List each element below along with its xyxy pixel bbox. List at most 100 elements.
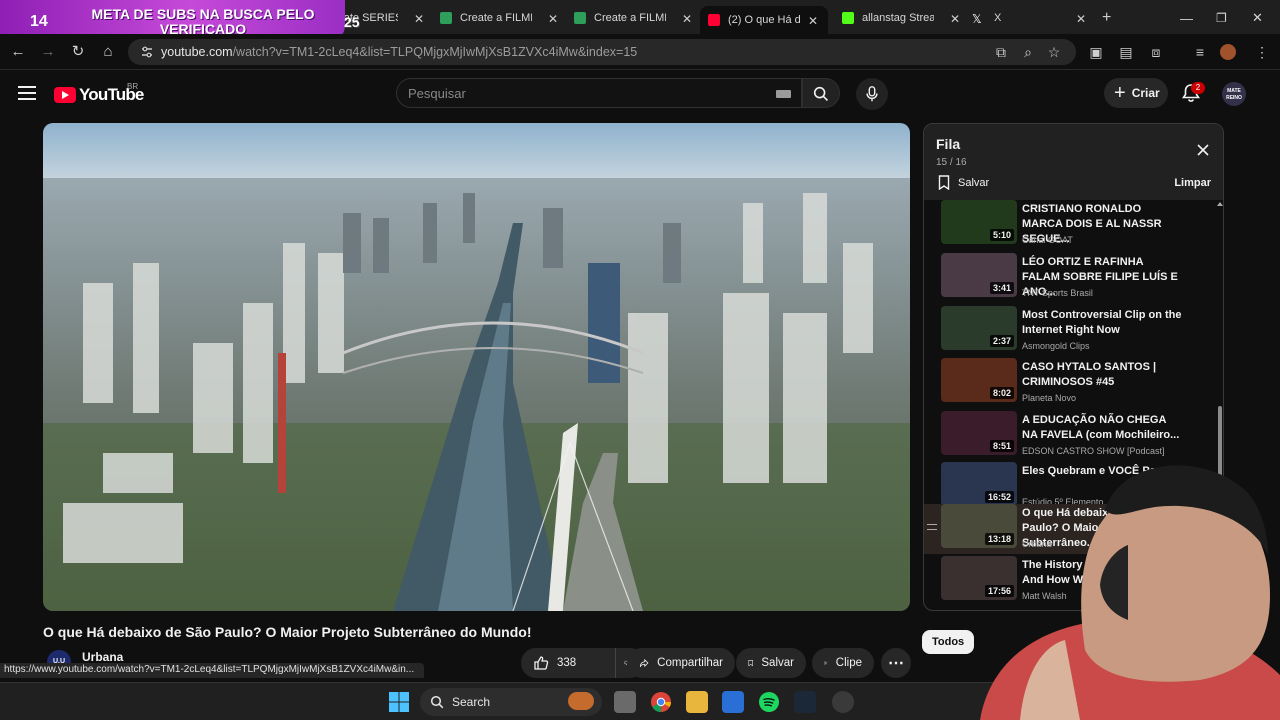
menu-dots-icon[interactable]: ⋮	[1252, 42, 1272, 62]
queue-thumbnail[interactable]: 2:37	[941, 306, 1017, 350]
microphone-icon	[866, 86, 878, 102]
queue-thumbnail[interactable]: 3:41	[941, 253, 1017, 297]
tab-title: (2) O que Há debaixo	[728, 14, 800, 26]
home-icon[interactable]: ⌂	[100, 44, 116, 60]
tab-create-filmes[interactable]: Create a FILMES ✕	[440, 6, 558, 30]
task-view-icon[interactable]	[614, 691, 636, 713]
queue-clear-button[interactable]: Limpar	[1174, 177, 1211, 189]
channel-name[interactable]: Urbana	[82, 650, 123, 664]
tab-youtube-active[interactable]: (2) O que Há debaixo ✕	[700, 6, 828, 34]
search-highlight-icon	[568, 692, 594, 710]
extensions-puzzle-icon[interactable]: ⧈	[1146, 42, 1166, 62]
taskbar-search[interactable]: Search	[420, 688, 602, 716]
profile-avatar[interactable]	[1220, 44, 1236, 60]
queue-duration: 3:41	[989, 282, 1014, 294]
close-queue-icon[interactable]	[1195, 142, 1211, 158]
tab-favicon	[574, 12, 586, 24]
obs-icon[interactable]	[832, 691, 854, 713]
search-button[interactable]	[802, 78, 840, 108]
queue-item-title[interactable]: CASO HYTALO SANTOS | CRIMINOSOS #45	[1022, 360, 1182, 390]
tab-x[interactable]: 𝕏 X ✕	[972, 6, 1086, 30]
maximize-icon[interactable]: ❐	[1216, 6, 1227, 30]
like-button[interactable]: 338	[521, 648, 615, 678]
overlay-current-count: 14	[30, 13, 48, 30]
hamburger-menu-icon[interactable]	[18, 86, 36, 100]
clip-label: Clipe	[835, 657, 862, 669]
new-tab-button[interactable]: +	[1102, 6, 1111, 30]
steam-icon[interactable]	[794, 691, 816, 713]
account-avatar[interactable]: MATE REINO	[1222, 82, 1246, 106]
bookmark-icon	[938, 175, 950, 190]
back-icon[interactable]: ←	[10, 44, 26, 60]
queue-item[interactable]: 5:10 CRISTIANO RONALDO MARCA DOIS E AL NA…	[924, 200, 1214, 252]
queue-title: Fila	[936, 136, 961, 152]
media-controls-icon[interactable]: ≡	[1190, 42, 1210, 62]
youtube-favicon	[708, 14, 720, 26]
tab-create-filmes-2[interactable]: Create a FILMES ✕	[574, 6, 692, 30]
youtube-logo[interactable]: YouTube BR	[54, 82, 144, 105]
close-icon[interactable]: ✕	[950, 12, 960, 26]
file-explorer-icon[interactable]	[686, 691, 708, 713]
notification-badge: 2	[1191, 82, 1205, 94]
queue-position: 15 / 16	[936, 157, 967, 168]
voice-search-button[interactable]	[856, 78, 888, 110]
site-info-icon[interactable]	[140, 45, 154, 59]
tab-kick-stream[interactable]: allanstag Stream ✕	[842, 6, 960, 30]
reload-icon[interactable]: ↻	[70, 44, 86, 60]
queue-item-channel: Canal GOAT	[1022, 235, 1073, 245]
install-app-icon[interactable]: ⧉	[991, 42, 1011, 62]
tab-title: X	[994, 12, 1002, 24]
forward-icon[interactable]: →	[40, 44, 56, 60]
bookmark-star-icon[interactable]: ☆	[1044, 42, 1064, 62]
save-bookmark-icon	[748, 660, 753, 667]
queue-item-title[interactable]: A EDUCAÇÃO NÃO CHEGA NA FAVELA (com Moch…	[1022, 413, 1182, 443]
extension-icon[interactable]: ▣	[1086, 42, 1106, 62]
queue-item[interactable]: 2:37 Most Controversial Clip on the Inter…	[924, 306, 1214, 358]
minimize-icon[interactable]: —	[1180, 6, 1193, 30]
share-button[interactable]: Compartilhar	[627, 648, 735, 678]
create-label: Criar	[1131, 86, 1160, 100]
like-count: 338	[557, 657, 577, 669]
queue-item[interactable]: 3:41 LÉO ORTIZ E RAFINHA FALAM SOBRE FILI…	[924, 253, 1214, 305]
url-field[interactable]: youtube.com/watch?v=TM1-2cLeq4&list=TLPQ…	[128, 39, 1076, 65]
queue-thumbnail[interactable]: 8:02	[941, 358, 1017, 402]
chrome-icon[interactable]	[650, 691, 672, 713]
search-input[interactable]: Pesquisar	[396, 78, 802, 108]
url-path: /watch?v=TM1-2cLeq4&list=TLPQMjgxMjIwMjX…	[232, 45, 638, 59]
thumbs-up-icon	[534, 656, 549, 670]
url-text: youtube.com/watch?v=TM1-2cLeq4&list=TLPQ…	[161, 45, 637, 59]
clip-button[interactable]: Clipe	[812, 648, 874, 678]
close-icon[interactable]: ✕	[414, 12, 424, 26]
queue-item-channel: Planeta Novo	[1022, 393, 1077, 403]
queue-item[interactable]: 8:02 CASO HYTALO SANTOS | CRIMINOSOS #45 P…	[924, 358, 1214, 410]
queue-item-title[interactable]: Most Controversial Clip on the Internet …	[1022, 308, 1182, 338]
queue-duration: 5:10	[989, 229, 1014, 241]
save-button[interactable]: Salvar	[736, 648, 806, 678]
save-label: Salvar	[761, 657, 794, 669]
url-host: youtube.com	[161, 45, 233, 59]
streamer-webcam-overlay	[980, 465, 1280, 720]
close-icon[interactable]: ✕	[1076, 12, 1086, 26]
create-button[interactable]: + Criar	[1104, 78, 1168, 108]
queue-header: Fila 15 / 16 Salvar Limpar	[924, 124, 1223, 200]
close-icon[interactable]: ✕	[682, 12, 692, 26]
extension-icon-2[interactable]: ▤	[1116, 42, 1136, 62]
close-icon[interactable]: ✕	[808, 14, 818, 28]
spotify-icon[interactable]	[758, 691, 780, 713]
search-icon	[430, 695, 444, 709]
close-window-icon[interactable]: ✕	[1252, 6, 1263, 30]
scissors-icon	[824, 661, 828, 665]
video-player[interactable]	[43, 123, 910, 611]
close-icon[interactable]: ✕	[548, 12, 558, 26]
queue-save-button[interactable]: Salvar	[938, 175, 989, 190]
queue-duration: 8:02	[989, 387, 1014, 399]
tab-title: allanstag Stream	[862, 12, 934, 24]
search-icon	[813, 86, 829, 102]
windows-start-icon[interactable]	[388, 691, 410, 713]
store-icon[interactable]	[722, 691, 744, 713]
keyboard-icon[interactable]	[776, 90, 791, 98]
taskbar-search-label: Search	[452, 695, 491, 709]
zoom-icon[interactable]: ⌕	[1018, 42, 1038, 62]
queue-thumbnail[interactable]: 5:10	[941, 200, 1017, 244]
tab-title: Create a FILMES	[460, 12, 532, 24]
